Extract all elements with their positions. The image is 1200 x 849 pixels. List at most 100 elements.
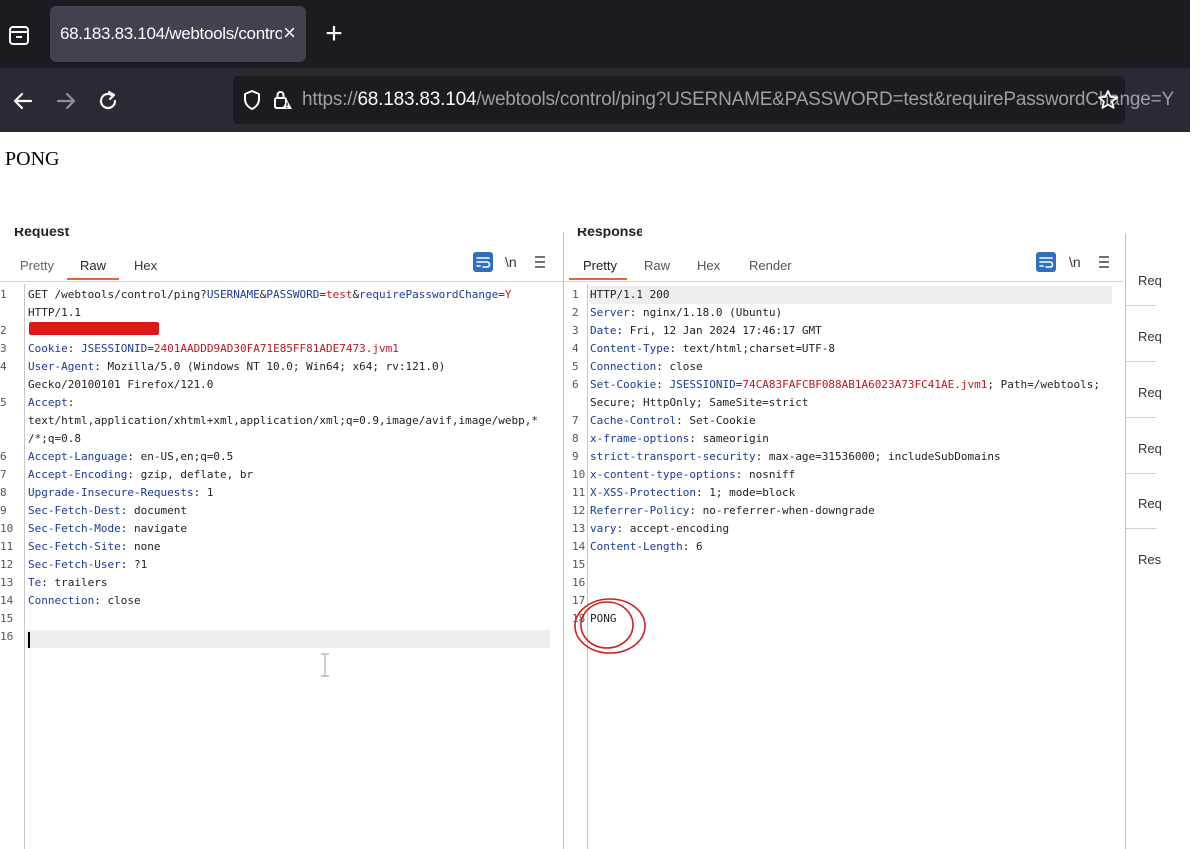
request-tab-hex[interactable]: Hex (134, 258, 157, 273)
code-token: : 6 (682, 540, 703, 553)
line-number: 11 (572, 486, 586, 499)
response-tab-render[interactable]: Render (749, 258, 792, 273)
code-key: Sec-Fetch-Site (28, 540, 121, 553)
tab-list-icon[interactable] (6, 22, 32, 48)
wrap-icon[interactable] (1036, 252, 1056, 272)
line-number: 7 (572, 414, 579, 427)
url-host: 68.183.83.104 (357, 89, 477, 110)
code-text: Cookie: JSESSIONID=2401AADDD9AD30FA71E85… (28, 340, 399, 358)
bookmark-star-icon[interactable] (1096, 88, 1120, 112)
newline-icon[interactable]: \n (505, 252, 525, 272)
code-text: HTTP/1.1 200 (590, 286, 669, 304)
lock-warning-icon[interactable] (270, 88, 294, 112)
code-text: User-Agent: Mozilla/5.0 (Windows NT 10.0… (28, 358, 445, 376)
line-number: 15 (0, 612, 14, 625)
request-tab-pretty[interactable]: Pretty (20, 258, 54, 273)
close-icon[interactable]: × (283, 20, 296, 46)
response-active-tab-indicator (569, 278, 627, 280)
side-panel-item[interactable]: Req (1138, 329, 1162, 344)
code-key: Cache-Control (590, 414, 677, 427)
code-token: = (147, 342, 154, 355)
wrap-icon[interactable] (473, 252, 493, 272)
side-panel-item[interactable]: Req (1138, 385, 1162, 400)
line-number: 3 (0, 342, 7, 355)
code-key: requirePasswordChange (359, 288, 499, 301)
response-editor[interactable]: 1 HTTP/1.1 200 2 Server: nginx/1.18.0 (Ubun… (572, 286, 1122, 846)
response-tab-pretty[interactable]: Pretty (583, 258, 617, 273)
code-key: Content-Type (590, 342, 670, 355)
code-text: Sec-Fetch-Site: none (28, 538, 160, 556)
code-text: /*;q=0.8 (28, 430, 81, 448)
newline-icon[interactable]: \n (1069, 252, 1089, 272)
response-tab-hex[interactable]: Hex (697, 258, 720, 273)
code-token: : (656, 378, 670, 391)
url-text[interactable]: https://68.183.83.104/webtools/control/p… (302, 89, 1174, 111)
code-token: ; Path=/webtools; (987, 378, 1100, 391)
shield-icon[interactable] (240, 88, 264, 112)
code-token: : sameorigin (689, 432, 769, 445)
code-key: Sec-Fetch-Dest (28, 504, 121, 517)
code-text: Connection: close (590, 358, 703, 376)
side-separator (1126, 361, 1156, 362)
back-icon[interactable] (10, 88, 36, 114)
code-value: 2401AADDD9AD30FA71E85FF81ADE7473.jvm1 (153, 342, 399, 355)
code-token: Secure; HttpOnly; SameSite=strict (590, 396, 809, 409)
code-text: text/html,application/xhtml+xml,applicat… (28, 412, 538, 430)
code-text: Sec-Fetch-User: ?1 (28, 556, 147, 574)
code-key: Accept-Language (28, 450, 128, 463)
request-tabs-divider (0, 281, 563, 282)
code-value: Y (504, 288, 512, 301)
menu-icon[interactable] (1097, 252, 1117, 272)
code-key: Te (28, 576, 42, 589)
code-token: : close (94, 594, 141, 607)
line-number: 5 (0, 396, 7, 409)
line-number: 5 (572, 360, 579, 373)
line-number: 3 (572, 324, 579, 337)
browser-tab[interactable]: 68.183.83.104/webtools/control/ping?USER… (50, 6, 306, 62)
browser-nav-bar: https://68.183.83.104/webtools/control/p… (0, 68, 1190, 132)
side-separator (1126, 473, 1156, 474)
line-number: 16 (572, 576, 586, 589)
code-value: test (326, 288, 353, 301)
code-key: strict-transport-security (590, 450, 756, 463)
code-text: X-XSS-Protection: 1; mode=block (590, 484, 795, 502)
code-token: : close (656, 360, 703, 373)
code-text: Server: nginx/1.18.0 (Ubuntu) (590, 304, 782, 322)
code-token: text/html,application/xhtml+xml,applicat… (28, 414, 538, 427)
code-token: : nosniff (735, 468, 796, 481)
panel-divider[interactable] (563, 232, 564, 849)
code-key: Upgrade-Insecure-Requests (28, 486, 194, 499)
side-panel-item[interactable]: Req (1138, 441, 1162, 456)
code-text: Referrer-Policy: no-referrer-when-downgr… (590, 502, 875, 520)
code-value: 74CA83FAFCBF088AB1A6023A73FC41AE.jvm1 (742, 378, 988, 391)
code-token: : text/html;charset=UTF-8 (669, 342, 836, 355)
response-tab-raw[interactable]: Raw (644, 258, 670, 273)
code-key: USERNAME (206, 288, 260, 301)
side-panel-item[interactable]: Req (1138, 273, 1162, 288)
request-tab-raw[interactable]: Raw (80, 258, 106, 273)
line-number: 9 (0, 504, 7, 517)
line-number: 6 (0, 450, 7, 463)
code-token: : ?1 (120, 558, 148, 571)
new-tab-button[interactable]: + (320, 19, 348, 49)
menu-icon[interactable] (533, 252, 553, 272)
line-number: 4 (0, 360, 7, 373)
line-number: 1 (572, 288, 579, 301)
side-panel-item[interactable]: Req (1138, 496, 1162, 511)
annotation-circle (574, 598, 646, 654)
side-panel-border (1125, 234, 1126, 849)
code-key: Connection (28, 594, 95, 607)
request-editor[interactable]: 1 GET /webtools/control/ping?USERNAME&PAS… (0, 286, 560, 846)
burp-request-response-viewer: Request Pretty Raw Hex \n 1 GET /webtools… (0, 222, 1200, 849)
address-bar[interactable]: https://68.183.83.104/webtools/control/p… (233, 76, 1174, 124)
forward-icon[interactable] (53, 88, 79, 114)
code-token: HTTP/1.1 (28, 306, 81, 319)
line-number: 6 (572, 378, 579, 391)
code-text: Upgrade-Insecure-Requests: 1 (28, 484, 213, 502)
line-number: 16 (0, 630, 14, 643)
line-number: 11 (0, 540, 14, 553)
side-panel-item[interactable]: Res (1138, 552, 1161, 567)
page-body-text: PONG (5, 148, 60, 170)
ibeam-cursor-icon (318, 652, 332, 678)
reload-icon[interactable] (95, 88, 121, 114)
